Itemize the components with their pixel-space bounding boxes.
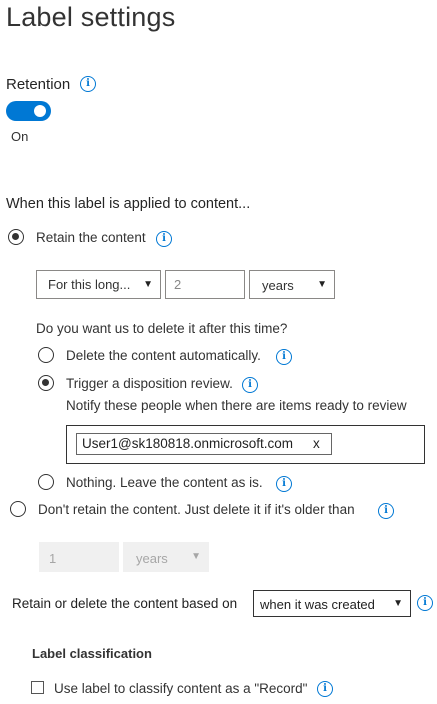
based-on-select[interactable]: when it was created ▼	[253, 590, 411, 617]
retention-state-label: On	[11, 129, 29, 144]
dont-retain-value-input[interactable]: 1	[39, 542, 119, 572]
based-on-info-icon[interactable]: i	[417, 595, 433, 611]
dont-retain-unit-value: years	[136, 551, 168, 566]
reviewers-field[interactable]: User1@sk180818.onmicrosoft.com x	[66, 425, 425, 464]
retain-content-radio[interactable]	[8, 229, 24, 245]
dont-retain-label: Don't retain the content. Just delete it…	[38, 502, 355, 517]
based-on-value: when it was created	[260, 597, 375, 612]
dont-retain-unit-select[interactable]: years ▼	[123, 542, 209, 572]
classification-heading: Label classification	[32, 646, 152, 661]
dont-retain-info-icon[interactable]: i	[378, 503, 394, 519]
delete-auto-info-icon[interactable]: i	[276, 349, 292, 365]
delete-question: Do you want us to delete it after this t…	[36, 321, 288, 336]
toggle-knob	[34, 105, 46, 117]
nothing-info-icon[interactable]: i	[276, 476, 292, 492]
retention-label: Retention	[6, 76, 71, 93]
retention-toggle[interactable]	[6, 101, 51, 121]
reviewer-email: User1@sk180818.onmicrosoft.com	[82, 436, 294, 451]
duration-unit-value: years	[262, 278, 294, 293]
delete-auto-radio[interactable]	[38, 347, 54, 363]
duration-value-input[interactable]: 2	[165, 270, 245, 299]
applied-heading: When this label is applied to content...	[6, 196, 251, 212]
chevron-down-icon: ▼	[317, 278, 327, 290]
page-title: Label settings	[6, 2, 176, 32]
record-info-icon[interactable]: i	[317, 681, 333, 697]
dont-retain-radio[interactable]	[10, 501, 26, 517]
retention-info-icon[interactable]: i	[80, 76, 96, 92]
chevron-down-icon: ▼	[191, 550, 201, 562]
delete-auto-label: Delete the content automatically.	[66, 348, 261, 363]
record-label: Use label to classify content as a "Reco…	[54, 681, 308, 696]
trigger-review-label: Trigger a disposition review.	[66, 376, 233, 391]
record-checkbox[interactable]	[31, 681, 44, 694]
chevron-down-icon: ▼	[393, 597, 403, 609]
duration-select-value: For this long...	[48, 277, 131, 292]
nothing-radio[interactable]	[38, 474, 54, 490]
reviewer-chip: User1@sk180818.onmicrosoft.com x	[76, 433, 332, 455]
retain-content-label: Retain the content	[36, 230, 146, 245]
remove-reviewer-button[interactable]: x	[313, 436, 320, 451]
chevron-down-icon: ▼	[143, 278, 153, 290]
trigger-review-radio[interactable]	[38, 375, 54, 391]
duration-select[interactable]: For this long... ▼	[36, 270, 161, 299]
duration-unit-select[interactable]: years ▼	[249, 270, 335, 299]
notify-text: Notify these people when there are items…	[66, 398, 407, 413]
trigger-review-info-icon[interactable]: i	[242, 377, 258, 393]
nothing-label: Nothing. Leave the content as is.	[66, 475, 263, 490]
based-on-label: Retain or delete the content based on	[12, 596, 238, 611]
retain-info-icon[interactable]: i	[156, 231, 172, 247]
